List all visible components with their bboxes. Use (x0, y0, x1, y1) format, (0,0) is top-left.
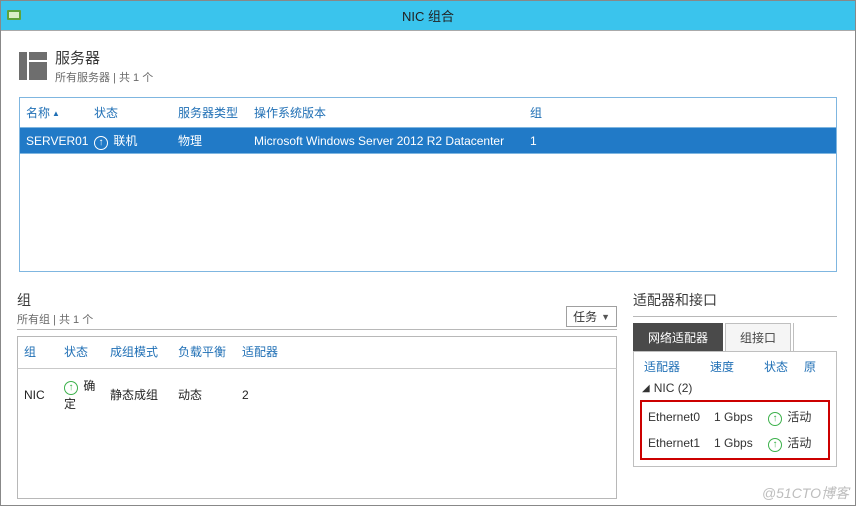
teams-body: NIC 确定 静态成组 动态 2 (17, 369, 617, 499)
team-lb: 动态 (172, 384, 236, 405)
col-team-lb[interactable]: 负载平衡 (172, 341, 236, 362)
status-up-icon (94, 136, 108, 150)
col-team[interactable]: 组 (524, 102, 584, 123)
adapter-state: 活动 (764, 408, 824, 426)
adapter-row[interactable]: Ethernet0 1 Gbps 活动 (644, 404, 826, 430)
teams-title: 组 (17, 290, 93, 310)
window-title: NIC 组合 (402, 6, 454, 25)
server-row-selected[interactable]: SERVER01 联机 物理 Microsoft Windows Server … (19, 128, 837, 154)
adapter-speed: 1 Gbps (710, 410, 764, 424)
adapters-box: 适配器 速度 状态 原 ◢ NIC (2) Ethernet0 1 Gbps 活… (633, 352, 837, 467)
col-type[interactable]: 服务器类型 (172, 102, 248, 123)
tab-team-interface[interactable]: 组接口 (725, 323, 791, 351)
adapters-panel: 适配器和接口 网络适配器 组接口 适配器 速度 状态 原 ◢ NIC (2) (633, 290, 837, 499)
adapter-name: Ethernet0 (644, 410, 710, 424)
col-os[interactable]: 操作系统版本 (248, 102, 524, 123)
col-team-status[interactable]: 状态 (58, 341, 104, 362)
servers-columns: 名称 状态 服务器类型 操作系统版本 组 (19, 97, 837, 128)
servers-section-header: 服务器 所有服务器 | 共 1 个 (19, 47, 837, 85)
teams-subtitle: 所有组 | 共 1 个 (17, 311, 93, 327)
servers-title: 服务器 (55, 47, 153, 68)
col-state[interactable]: 状态 (760, 358, 800, 375)
status-up-icon (64, 381, 78, 395)
team-row[interactable]: NIC 确定 静态成组 动态 2 (18, 375, 616, 414)
col-team-adapters[interactable]: 适配器 (236, 341, 292, 362)
servers-list-body (19, 154, 837, 272)
adapter-group-label: NIC (2) (654, 381, 693, 395)
servers-subtitle: 所有服务器 | 共 1 个 (55, 69, 153, 85)
col-team[interactable]: 组 (18, 341, 58, 362)
title-bar: NIC 组合 (1, 1, 855, 31)
server-os: Microsoft Windows Server 2012 R2 Datacen… (248, 134, 524, 148)
teams-panel: 组 所有组 | 共 1 个 任务 ▼ 组 状态 成组模式 负载平衡 适配器 NI… (17, 290, 617, 499)
adapter-row[interactable]: Ethernet1 1 Gbps 活动 (644, 430, 826, 456)
adapter-speed: 1 Gbps (710, 436, 764, 450)
team-mode: 静态成组 (104, 384, 172, 405)
adapter-columns: 适配器 速度 状态 原 (634, 358, 836, 379)
server-name: SERVER01 (20, 134, 88, 148)
servers-icon (19, 52, 47, 80)
adapter-name: Ethernet1 (644, 436, 710, 450)
app-icon (6, 7, 22, 23)
status-up-icon (768, 412, 782, 426)
collapse-triangle-icon: ◢ (642, 383, 650, 394)
server-status: 联机 (88, 132, 172, 150)
adapter-group-line[interactable]: ◢ NIC (2) (634, 379, 836, 397)
col-reason[interactable]: 原 (800, 358, 818, 375)
team-status: 确定 (58, 375, 104, 414)
server-team-count: 1 (524, 134, 584, 148)
col-name[interactable]: 名称 (20, 102, 88, 123)
team-name: NIC (18, 386, 58, 404)
team-adapter-count: 2 (236, 386, 292, 404)
col-status[interactable]: 状态 (88, 102, 172, 123)
adapter-state: 活动 (764, 434, 824, 452)
tasks-label: 任务 (573, 308, 597, 325)
chevron-down-icon: ▼ (601, 312, 610, 322)
col-adapter[interactable]: 适配器 (640, 358, 706, 375)
adapters-title: 适配器和接口 (633, 290, 837, 317)
col-team-mode[interactable]: 成组模式 (104, 341, 172, 362)
status-up-icon (768, 438, 782, 452)
tab-network-adapter[interactable]: 网络适配器 (633, 323, 723, 351)
teams-columns: 组 状态 成组模式 负载平衡 适配器 (17, 336, 617, 369)
adapter-tabs: 网络适配器 组接口 (633, 323, 837, 352)
server-type: 物理 (172, 132, 248, 149)
tasks-dropdown[interactable]: 任务 ▼ (566, 306, 617, 327)
col-speed[interactable]: 速度 (706, 358, 760, 375)
adapter-rows-highlighted: Ethernet0 1 Gbps 活动 Ethernet1 1 Gbps 活动 (640, 400, 830, 460)
